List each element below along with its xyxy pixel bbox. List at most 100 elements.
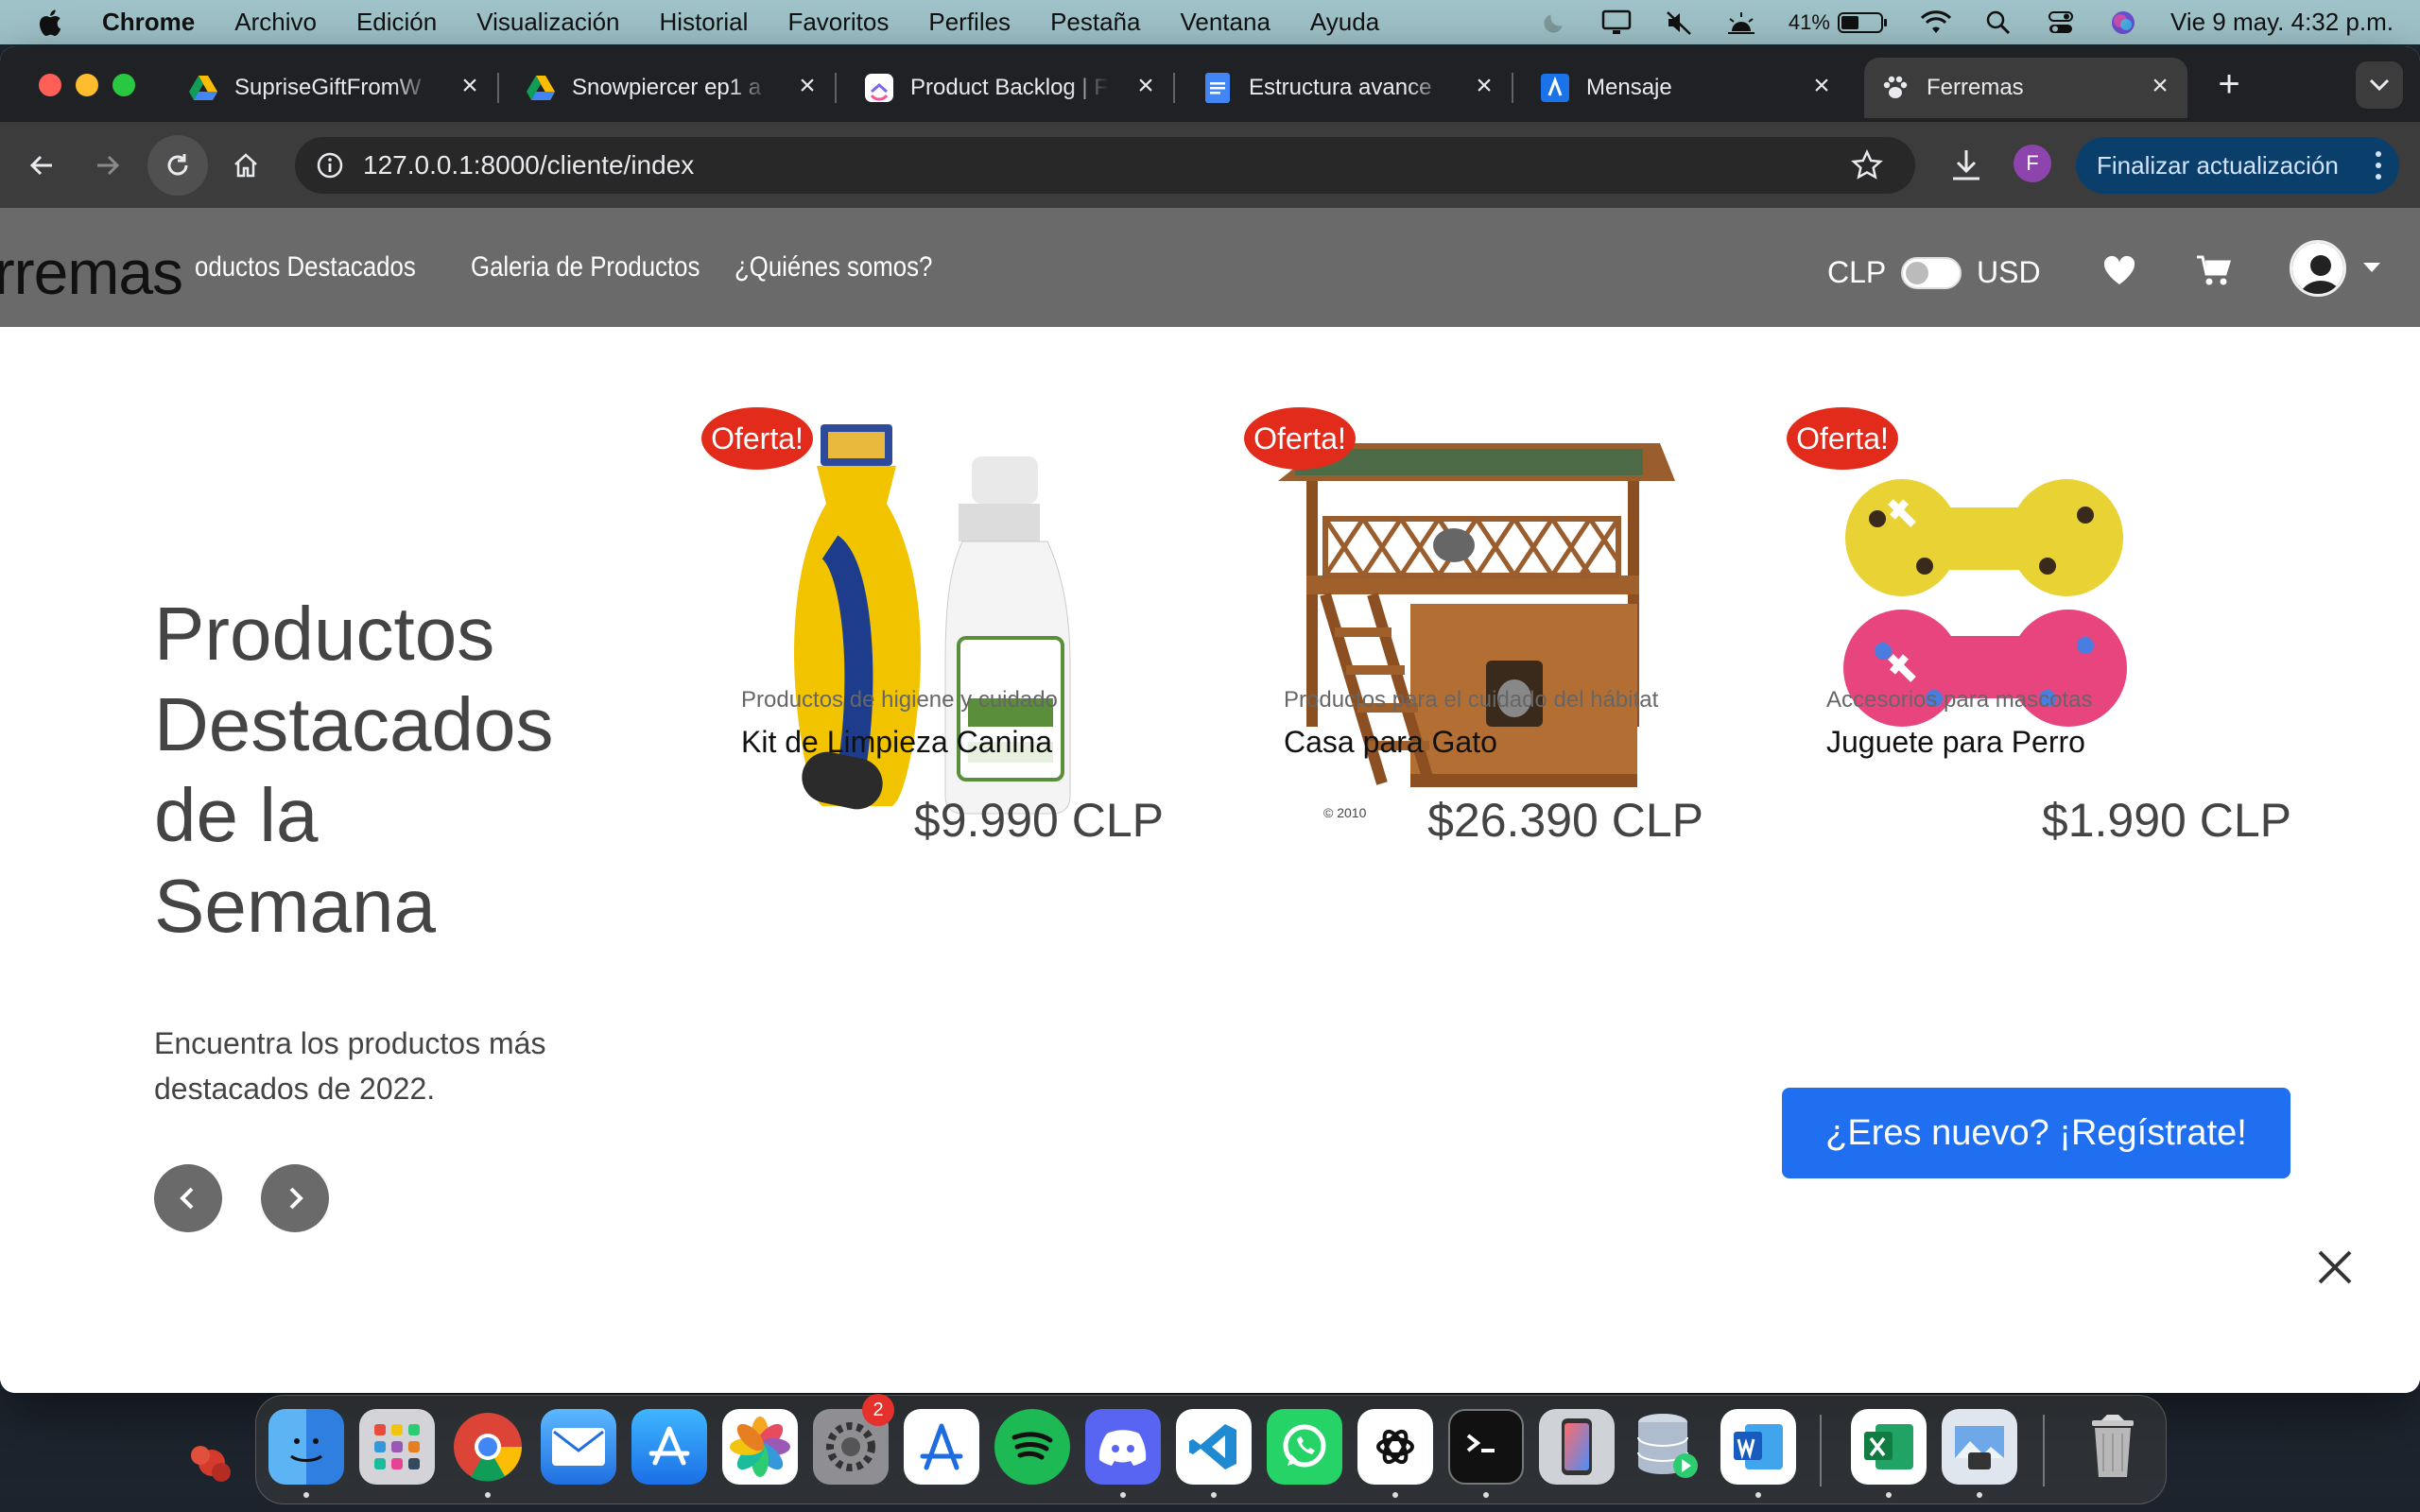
- close-tab-icon[interactable]: ×: [793, 72, 821, 101]
- menubar-clock[interactable]: Vie 9 may. 4:32 p.m.: [2170, 8, 2394, 37]
- profile-avatar[interactable]: F: [2014, 145, 2051, 182]
- product-name[interactable]: Kit de Limpieza Canina: [741, 725, 1052, 760]
- product-name[interactable]: Casa para Gato: [1284, 725, 1497, 760]
- preview-icon[interactable]: [1942, 1409, 2017, 1485]
- more-vertical-icon[interactable]: [2375, 150, 2382, 180]
- forward-button[interactable]: [78, 135, 138, 196]
- chrome-icon[interactable]: [450, 1409, 526, 1485]
- tab-title: Product Backlog | F: [910, 75, 1108, 100]
- close-tab-icon[interactable]: ×: [1132, 72, 1160, 101]
- settings-notification-badge: 2: [862, 1394, 894, 1426]
- tab-product-backlog[interactable]: Product Backlog | F ×: [848, 58, 1175, 118]
- register-button[interactable]: ¿Eres nuevo? ¡Regístrate!: [1782, 1088, 2290, 1178]
- download-icon[interactable]: [1949, 146, 1983, 184]
- chatgpt-icon[interactable]: [1357, 1409, 1433, 1485]
- tab-separator: [835, 73, 837, 103]
- menu-historial[interactable]: Historial: [660, 8, 749, 37]
- mail-icon[interactable]: [541, 1409, 616, 1485]
- reload-button[interactable]: [147, 135, 208, 196]
- tab-suprise-gift[interactable]: SupriseGiftFromW ×: [172, 58, 499, 118]
- site-info-icon[interactable]: [312, 147, 348, 183]
- simulator-icon[interactable]: [1539, 1409, 1615, 1485]
- carousel-next-button[interactable]: [261, 1164, 329, 1232]
- bookmark-star-icon[interactable]: [1851, 149, 1883, 181]
- database-icon[interactable]: [1630, 1409, 1705, 1485]
- whatsapp-icon[interactable]: [1267, 1409, 1342, 1485]
- tab-snowpiercer[interactable]: Snowpiercer ep1 a ×: [510, 58, 837, 118]
- app-store-icon[interactable]: [631, 1409, 707, 1485]
- launchpad-icon[interactable]: [359, 1409, 435, 1485]
- close-window-button[interactable]: [39, 74, 61, 96]
- photos-icon[interactable]: [722, 1409, 798, 1485]
- excel-icon[interactable]: [1851, 1409, 1927, 1485]
- siri-icon[interactable]: [2108, 9, 2138, 36]
- moon-icon[interactable]: [1539, 9, 1569, 36]
- spotlight-search-icon[interactable]: [1983, 9, 2014, 36]
- word-icon[interactable]: [1720, 1409, 1796, 1485]
- update-chrome-button[interactable]: Finalizar actualización: [2076, 137, 2399, 194]
- wifi-icon[interactable]: [1920, 9, 1951, 36]
- menu-archivo[interactable]: Archivo: [234, 8, 317, 37]
- product-card[interactable]: © 2010 Oferta! Productos para el cuidado…: [1244, 407, 1741, 1256]
- battery-indicator[interactable]: 41%: [1789, 9, 1889, 36]
- minimize-window-button[interactable]: [76, 74, 98, 96]
- product-image-dog-toy[interactable]: [1811, 424, 2218, 821]
- menu-ayuda[interactable]: Ayuda: [1310, 8, 1379, 37]
- menu-favoritos[interactable]: Favoritos: [787, 8, 889, 37]
- spotify-icon[interactable]: [994, 1409, 1070, 1485]
- vscode-icon[interactable]: [1176, 1409, 1252, 1485]
- muted-speaker-icon[interactable]: [1664, 9, 1694, 36]
- home-button[interactable]: [216, 135, 276, 196]
- tab-estructura-avance[interactable]: Estructura avance ×: [1186, 58, 1513, 118]
- close-tab-icon[interactable]: ×: [2146, 72, 2174, 101]
- brightness-icon[interactable]: [1726, 9, 1756, 36]
- site-brand[interactable]: erremas: [0, 236, 183, 308]
- maximize-window-button[interactable]: [112, 74, 135, 96]
- close-tab-icon[interactable]: ×: [456, 72, 484, 101]
- dock-separator: [1820, 1415, 1822, 1486]
- menu-app-name[interactable]: Chrome: [102, 8, 195, 37]
- trash-icon[interactable]: [2075, 1409, 2151, 1485]
- finder-icon[interactable]: [268, 1409, 344, 1485]
- tab-mensaje[interactable]: Mensaje ×: [1524, 58, 1849, 118]
- user-avatar-icon[interactable]: [2290, 240, 2346, 297]
- address-bar[interactable]: 127.0.0.1:8000/cliente/index: [295, 137, 1915, 194]
- product-image-cleaning-kit[interactable]: [726, 424, 1132, 821]
- menu-pestana[interactable]: Pestaña: [1050, 8, 1140, 37]
- discord-icon[interactable]: [1085, 1409, 1161, 1485]
- nav-quienes-somos[interactable]: ¿Quiénes somos?: [735, 251, 932, 284]
- apple-menu-icon[interactable]: [36, 8, 74, 38]
- product-name[interactable]: Juguete para Perro: [1826, 725, 2085, 760]
- display-icon[interactable]: [1601, 9, 1632, 36]
- close-icon[interactable]: [2314, 1246, 2356, 1288]
- nav-productos-destacados[interactable]: oductos Destacados: [195, 251, 416, 284]
- menu-ventana[interactable]: Ventana: [1180, 8, 1270, 37]
- product-image-cat-house[interactable]: © 2010: [1269, 424, 1675, 821]
- control-center-icon[interactable]: [2046, 9, 2076, 36]
- url-text[interactable]: 127.0.0.1:8000/cliente/index: [363, 150, 694, 180]
- chevron-down-icon: [2369, 78, 2390, 92]
- menu-visualizacion[interactable]: Visualización: [476, 8, 619, 37]
- close-tab-icon[interactable]: ×: [1807, 72, 1836, 101]
- product-card[interactable]: Oferta! Productos de higiene y cuidado K…: [701, 407, 1199, 1256]
- arrow-left-icon: [29, 155, 52, 176]
- close-tab-icon[interactable]: ×: [1470, 72, 1498, 101]
- menu-edicion[interactable]: Edición: [356, 8, 437, 37]
- currency-toggle[interactable]: [1901, 257, 1962, 289]
- nav-galeria-productos[interactable]: Galeria de Productos: [471, 251, 700, 284]
- tab-ferremas[interactable]: Ferremas ×: [1864, 58, 2187, 118]
- tab-search-button[interactable]: [2356, 61, 2403, 109]
- menu-perfiles[interactable]: Perfiles: [928, 8, 1011, 37]
- offer-badge: Oferta!: [1244, 407, 1356, 470]
- back-button[interactable]: [11, 135, 72, 196]
- google-drive-icon: [189, 74, 217, 102]
- web-page: erremas oductos Destacados Galeria de Pr…: [0, 208, 2420, 1393]
- terminal-icon[interactable]: [1448, 1409, 1524, 1485]
- carousel-prev-button[interactable]: [154, 1164, 222, 1232]
- new-tab-button[interactable]: +: [2210, 65, 2248, 105]
- user-menu-caret-icon[interactable]: [2363, 263, 2380, 272]
- cart-icon[interactable]: [2195, 251, 2233, 289]
- instruments-icon[interactable]: [904, 1409, 979, 1485]
- chevron-right-icon: [289, 1187, 303, 1210]
- favorites-heart-icon[interactable]: [2100, 251, 2138, 289]
